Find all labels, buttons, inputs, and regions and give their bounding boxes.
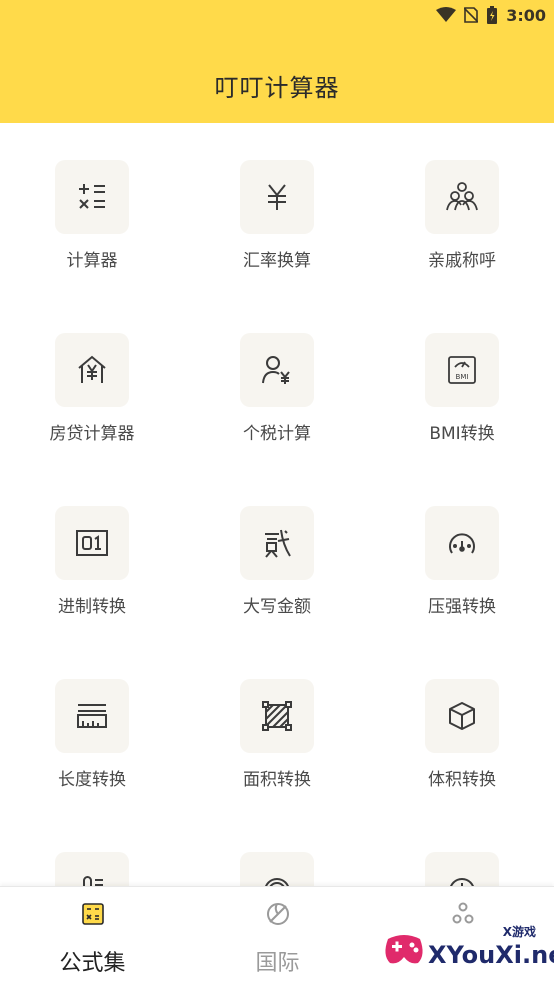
tool-label: 房贷计算器 [49, 424, 135, 444]
cube-icon [449, 702, 475, 730]
house-yuan-icon [78, 355, 106, 383]
tool-label: 面积转换 [243, 770, 311, 790]
area-icon [262, 701, 292, 731]
tool-time[interactable] [370, 852, 554, 886]
status-time: 3:00 [506, 5, 546, 25]
calculator-operators-icon [79, 184, 105, 209]
bottom-nav: 公式集 国际 X游戏 XYouXi.net [0, 886, 554, 987]
tab-label: 国际 [255, 951, 300, 976]
tool-label: 大写金额 [243, 597, 311, 617]
tool-bmi[interactable]: BMI BMI转换 [370, 333, 554, 483]
chinese-numeral-icon [265, 529, 291, 558]
tool-label: BMI转换 [429, 424, 495, 444]
battery-icon [487, 6, 498, 24]
ruler-icon [77, 704, 107, 728]
family-icon [446, 182, 478, 211]
tool-area[interactable]: 面积转换 [185, 679, 369, 829]
leaf-icon [267, 903, 289, 925]
tab-international[interactable]: 国际 [185, 887, 370, 987]
tool-volume[interactable]: 体积转换 [370, 679, 554, 829]
temperature-icon [83, 876, 103, 886]
no-sim-icon [464, 7, 479, 23]
app-header: 3:00 叮叮计算器 [0, 0, 554, 123]
tool-income-tax[interactable]: 个税计算 [185, 333, 369, 483]
tab-label: 公式集 [59, 951, 126, 976]
tool-temperature[interactable] [0, 852, 184, 886]
time-icon [450, 878, 474, 886]
tool-exchange-rate[interactable]: 汇率换算 [185, 160, 369, 310]
person-yuan-icon [262, 356, 290, 384]
tool-label: 个税计算 [243, 424, 311, 444]
tool-label: 压强转换 [428, 597, 496, 617]
gauge-icon [449, 533, 475, 554]
tool-label: 计算器 [66, 251, 118, 271]
yuan-icon [268, 184, 286, 210]
tool-label: 进制转换 [58, 597, 126, 617]
bmi-scale-icon: BMI [448, 356, 476, 384]
tool-label: 亲戚称呼 [428, 251, 496, 271]
tool-relatives[interactable]: 亲戚称呼 [370, 160, 554, 310]
tool-grid: 计算器 汇率换算 亲戚称呼 房贷计算器 个税计算 BMI BMI转换 进制转换 … [0, 123, 554, 886]
watermark-text: XYouXi.net [428, 941, 554, 969]
tool-pressure[interactable]: 压强转换 [370, 506, 554, 656]
tool-capital-amount[interactable]: 大写金额 [185, 506, 369, 656]
tab-formulas[interactable]: 公式集 [0, 887, 185, 987]
formula-icon [82, 903, 104, 925]
tool-label: 长度转换 [58, 770, 126, 790]
page-title: 叮叮计算器 [214, 74, 340, 102]
wifi-icon [436, 7, 457, 22]
status-bar: 3:00 [436, 0, 546, 30]
tool-base-conversion[interactable]: 进制转换 [0, 506, 184, 656]
binary-icon [76, 530, 108, 556]
watermark-sub: X游戏 [502, 925, 536, 939]
tool-label: 体积转换 [428, 770, 496, 790]
svg-text:BMI: BMI [456, 373, 469, 381]
tool-speed[interactable] [185, 852, 369, 886]
watermark: X游戏 XYouXi.net [378, 921, 554, 977]
tool-label: 汇率换算 [243, 251, 311, 271]
tool-calculator[interactable]: 计算器 [0, 160, 184, 310]
gamepad-logo-icon [385, 935, 423, 964]
speed-icon [265, 878, 289, 886]
tool-length[interactable]: 长度转换 [0, 679, 184, 829]
tool-mortgage[interactable]: 房贷计算器 [0, 333, 184, 483]
